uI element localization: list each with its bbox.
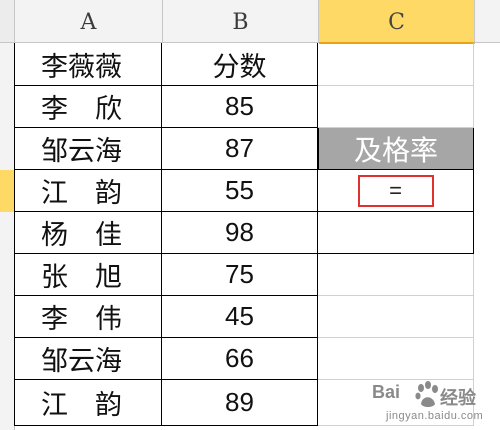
column-header-row: A B C — [0, 0, 500, 44]
cell-score[interactable]: 66 — [162, 338, 318, 380]
pass-rate-formula-cell[interactable]: = — [318, 170, 474, 212]
cell-name-header[interactable]: 李薇薇 — [14, 43, 162, 86]
cell-score[interactable]: 87 — [162, 128, 318, 170]
row-header[interactable] — [0, 212, 15, 254]
column-header-c[interactable]: C — [319, 0, 475, 44]
cell-name[interactable]: 李 伟 — [14, 296, 162, 338]
cell-name[interactable]: 李 欣 — [14, 86, 162, 128]
cell-name[interactable]: 邹云海 — [14, 128, 162, 170]
row-header[interactable] — [0, 86, 15, 128]
watermark-suffix: 经验 — [440, 388, 476, 408]
row-header[interactable] — [0, 43, 15, 86]
cell-name[interactable]: 邹云海 — [14, 338, 162, 380]
watermark-brand: Bai — [372, 382, 401, 402]
cell-score[interactable]: 85 — [162, 86, 318, 128]
cell-name[interactable]: 江 韵 — [14, 170, 162, 212]
cell-score[interactable]: 75 — [162, 254, 318, 296]
cell-c2[interactable] — [318, 86, 474, 128]
cell-score[interactable]: 89 — [162, 380, 318, 426]
row-header-selected[interactable] — [0, 170, 15, 212]
cell-score[interactable]: 98 — [162, 212, 318, 254]
select-all-corner[interactable] — [0, 0, 15, 42]
row-header[interactable] — [0, 254, 15, 296]
cell-grid: 李薇薇 分数 李 欣 85 邹云海 87 及格率 江 韵 55 = 杨 佳 98… — [0, 43, 500, 430]
row-header[interactable] — [0, 338, 15, 380]
cell-score-header[interactable]: 分数 — [162, 43, 318, 86]
watermark-url: jingyan.baidu.com — [386, 410, 484, 422]
row-header[interactable] — [0, 380, 15, 430]
cell-c1[interactable] — [318, 43, 474, 86]
cell-score[interactable]: 45 — [162, 296, 318, 338]
formula-input-highlight[interactable]: = — [357, 174, 434, 207]
cell-name[interactable]: 江 韵 — [14, 380, 162, 426]
cell-c5[interactable] — [318, 212, 474, 254]
row-header[interactable] — [0, 128, 15, 170]
column-header-b[interactable]: B — [163, 0, 319, 42]
column-header-a[interactable]: A — [15, 0, 163, 42]
row-header[interactable] — [0, 296, 15, 338]
cell-c6[interactable] — [318, 254, 474, 296]
cell-name[interactable]: 张 旭 — [14, 254, 162, 296]
cell-name[interactable]: 杨 佳 — [14, 212, 162, 254]
paw-logo-icon — [415, 381, 438, 407]
cell-c8[interactable] — [318, 338, 474, 380]
cell-score[interactable]: 55 — [162, 170, 318, 212]
pass-rate-label-cell[interactable]: 及格率 — [318, 128, 474, 170]
spreadsheet: A B C 李薇薇 分数 李 欣 85 邹云海 87 及格率 江 韵 55 = … — [0, 0, 500, 430]
cell-c7[interactable] — [318, 296, 474, 338]
baidu-jingyan-watermark: Bai 经验 jingyan.baidu.com — [372, 380, 494, 426]
